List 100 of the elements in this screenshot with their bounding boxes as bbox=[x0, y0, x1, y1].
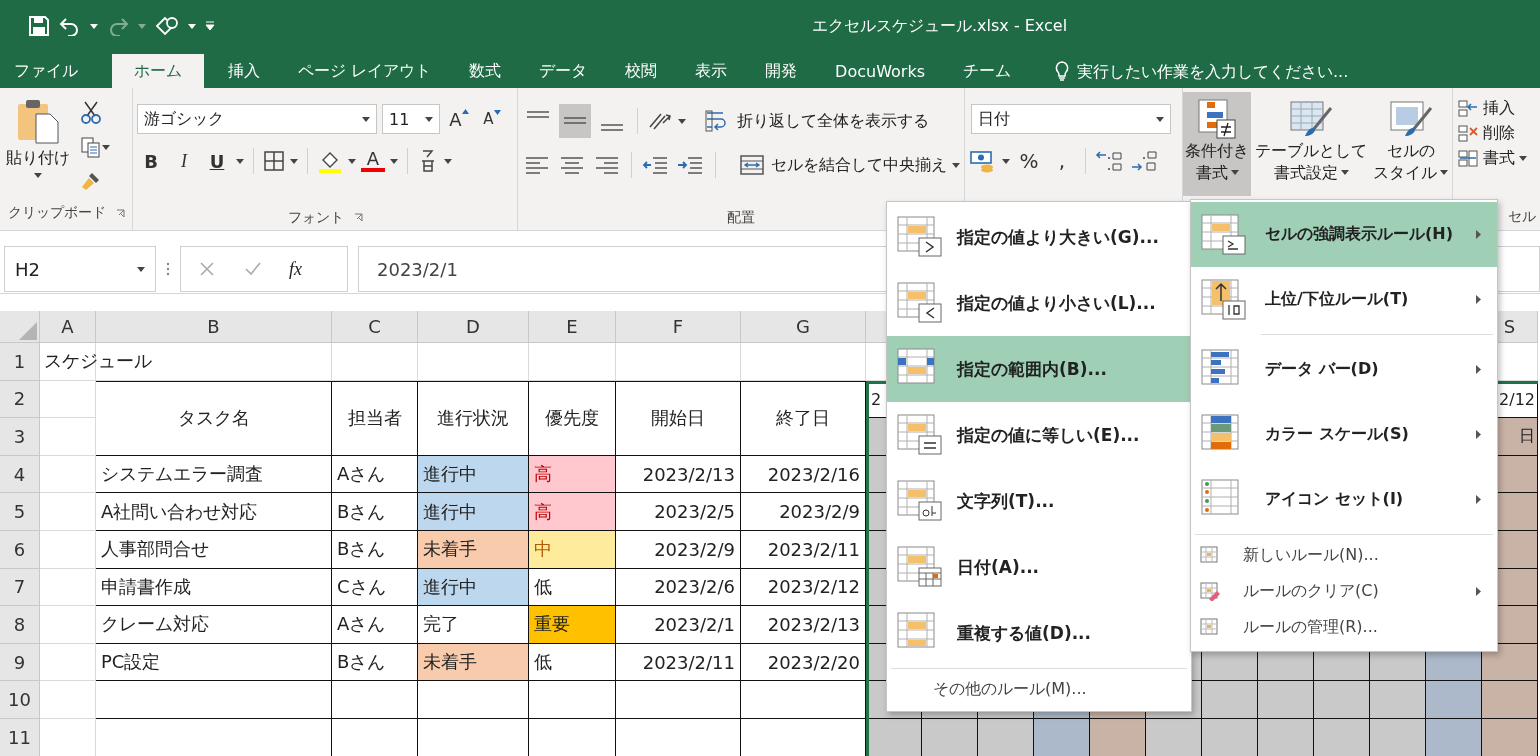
styles-button[interactable]: 条件付き 書式 bbox=[1183, 92, 1251, 196]
priority-cell: 重要 bbox=[529, 606, 616, 644]
percent-button[interactable]: % bbox=[1015, 149, 1043, 173]
priority-cell: 中 bbox=[529, 530, 616, 569]
menu-item[interactable]: ルールの管理(R)... bbox=[1191, 609, 1497, 645]
ribbon-tab[interactable]: チーム bbox=[949, 54, 1033, 88]
bold-button[interactable]: B bbox=[137, 150, 165, 172]
row-header[interactable]: 6 bbox=[0, 530, 40, 569]
date-cell: 2/12 bbox=[1499, 389, 1535, 409]
ribbon-tab[interactable]: 校閲 bbox=[611, 54, 680, 88]
ribbon-tab[interactable]: 数式 bbox=[455, 54, 524, 88]
menu-item[interactable]: 指定の値に等しい(E)... bbox=[887, 402, 1191, 468]
table-cell: Aさん bbox=[332, 606, 418, 644]
table-cell: システムエラー調査 bbox=[96, 455, 332, 494]
styles-button[interactable]: セルの スタイル bbox=[1371, 92, 1450, 196]
font-name-field[interactable]: 游ゴシック bbox=[137, 104, 377, 134]
table-cell: 申請書作成 bbox=[96, 568, 332, 607]
table-cell: 2023/2/1 bbox=[616, 606, 741, 644]
table-cell: 2023/2/6 bbox=[616, 568, 741, 607]
row-header[interactable]: 2 bbox=[0, 380, 40, 419]
priority-cell: 高 bbox=[529, 493, 616, 531]
priority-cell: 低 bbox=[529, 568, 616, 607]
row-header[interactable]: 10 bbox=[0, 681, 40, 719]
row-header[interactable]: 9 bbox=[0, 643, 40, 682]
column-header[interactable]: E bbox=[529, 311, 616, 343]
table-cell: 2023/2/9 bbox=[616, 530, 741, 569]
column-header[interactable]: B bbox=[96, 311, 332, 343]
table-cell: 2023/2/11 bbox=[616, 643, 741, 682]
priority-cell: 低 bbox=[529, 643, 616, 682]
status-cell: 進行中 bbox=[418, 568, 529, 607]
table-cell: Bさん bbox=[332, 530, 418, 569]
menu-item[interactable]: 指定の値より小さい(L)... bbox=[887, 270, 1191, 336]
table-header-cell: 開始日 bbox=[616, 380, 741, 456]
shrink-font-button[interactable]: A bbox=[478, 110, 506, 128]
column-header[interactable]: F bbox=[616, 311, 741, 343]
comma-button[interactable]: , bbox=[1048, 149, 1076, 173]
number-format-field[interactable]: 日付 bbox=[971, 104, 1171, 134]
cells-button[interactable]: 書式 bbox=[1457, 148, 1536, 169]
menu-item[interactable]: 指定の値より大きい(G)... bbox=[887, 204, 1191, 270]
styles-button[interactable]: テーブルとして 書式設定 bbox=[1253, 92, 1369, 196]
menu-item[interactable]: 指定の範囲内(B)... bbox=[887, 336, 1191, 402]
ribbon-tab[interactable]: ファイル bbox=[0, 54, 100, 88]
cells-button[interactable]: 削除 bbox=[1457, 123, 1536, 144]
group-label: フォント bbox=[287, 208, 344, 227]
row-header[interactable]: 5 bbox=[0, 493, 40, 531]
ribbon-tab[interactable]: 挿入 bbox=[214, 54, 282, 88]
paste-button[interactable]: 貼り付け bbox=[4, 92, 72, 200]
font-size-field[interactable]: 11 bbox=[382, 104, 440, 134]
table-cell: 2023/2/5 bbox=[616, 493, 741, 531]
row-header[interactable]: 8 bbox=[0, 606, 40, 644]
cells-button[interactable]: 挿入 bbox=[1457, 98, 1536, 119]
menu-item[interactable]: 新しいルール(N)... bbox=[1191, 537, 1497, 573]
row-header[interactable]: 11 bbox=[0, 718, 40, 756]
table-header-cell: 進行状況 bbox=[418, 380, 529, 456]
group-label: クリップボード bbox=[7, 204, 106, 222]
ribbon-tab[interactable]: 表示 bbox=[681, 54, 750, 88]
row-header[interactable]: 3 bbox=[0, 418, 40, 456]
table-cell: A社問い合わせ対応 bbox=[96, 493, 332, 531]
priority-cell: 高 bbox=[529, 455, 616, 494]
table-header-cell: 優先度 bbox=[529, 380, 616, 456]
table-header-cell: 終了日 bbox=[741, 380, 866, 456]
ribbon-tab[interactable]: データ bbox=[525, 54, 610, 88]
status-cell: 進行中 bbox=[418, 455, 529, 494]
name-box[interactable]: H2 bbox=[4, 246, 156, 292]
table-cell: Bさん bbox=[332, 643, 418, 682]
window-title: エクセルスケジュール.xlsx - Excel bbox=[812, 16, 1068, 37]
date-cell: 2 bbox=[871, 389, 882, 409]
ribbon-tab[interactable]: ページ レイアウト bbox=[284, 54, 454, 88]
menu-item[interactable]: 重複する値(D)... bbox=[887, 600, 1191, 666]
table-cell: 2023/2/13 bbox=[741, 606, 866, 644]
grow-font-button[interactable]: A bbox=[445, 108, 473, 130]
table-cell: 2023/2/12 bbox=[741, 568, 866, 607]
menu-item[interactable]: ルールのクリア(C) bbox=[1191, 573, 1497, 609]
ribbon-tab[interactable]: ホーム bbox=[112, 54, 204, 88]
column-header[interactable]: A bbox=[40, 311, 96, 343]
underline-button[interactable]: U bbox=[203, 150, 231, 172]
row-header[interactable]: 4 bbox=[0, 455, 40, 494]
ribbon-tab[interactable]: DocuWorks bbox=[821, 54, 947, 88]
column-header[interactable]: G bbox=[741, 311, 866, 343]
column-header[interactable]: C bbox=[332, 311, 418, 343]
table-cell: 2023/2/13 bbox=[616, 455, 741, 494]
menu-item[interactable]: 文字列(T)... bbox=[887, 468, 1191, 534]
menu-item[interactable]: アイコン セット(I) bbox=[1191, 467, 1497, 532]
wrap-text-button[interactable]: 折り返して全体を表示する bbox=[705, 110, 929, 132]
italic-button[interactable]: I bbox=[170, 150, 198, 172]
table-cell: 人事部問合せ bbox=[96, 530, 332, 569]
insert-function-button[interactable]: fx bbox=[289, 258, 302, 280]
merge-center-button[interactable]: セルを結合して中央揃え bbox=[739, 154, 947, 176]
status-cell: 完了 bbox=[418, 606, 529, 644]
row-header[interactable]: 7 bbox=[0, 568, 40, 607]
column-header[interactable]: D bbox=[418, 311, 529, 343]
ribbon-tab[interactable]: 開発 bbox=[751, 54, 820, 88]
menu-item[interactable]: セルの強調表示ルール(H) bbox=[1191, 202, 1497, 267]
font-color-button[interactable]: A bbox=[361, 150, 385, 172]
menu-item[interactable]: 日付(A)... bbox=[887, 534, 1191, 600]
table-cell: Bさん bbox=[332, 493, 418, 531]
menu-item[interactable]: その他のルール(M)... bbox=[887, 671, 1191, 707]
table-header-cell: タスク名 bbox=[96, 380, 332, 456]
tell-me-field[interactable]: 実行したい作業を入力してください... bbox=[1055, 54, 1409, 88]
row-header[interactable]: 1 bbox=[0, 343, 40, 381]
